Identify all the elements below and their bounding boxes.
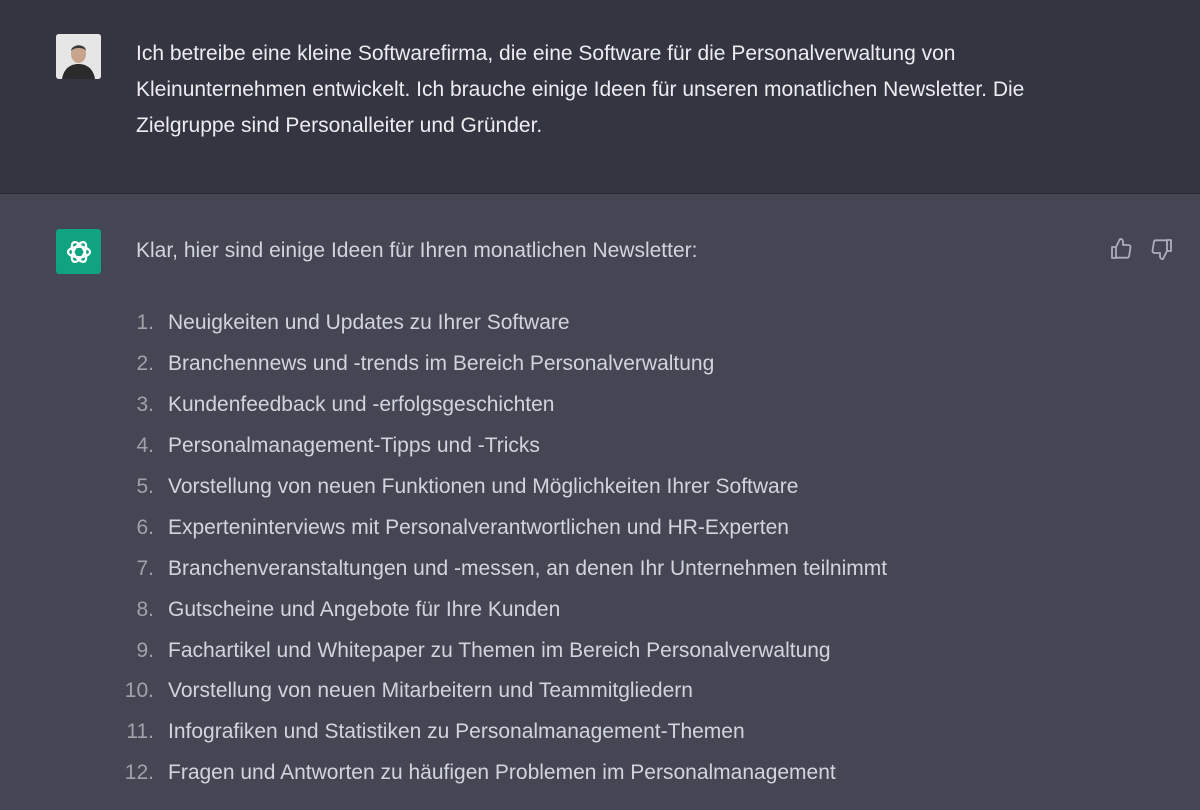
- list-item-number: 4.: [136, 434, 154, 458]
- list-item: 12. Fragen und Antworten zu häufigen Prob…: [112, 753, 1052, 794]
- list-item-number: 9.: [136, 638, 154, 662]
- idea-list: 1. Neuigkeiten und Updates zu Ihrer Softw…: [112, 303, 1052, 794]
- assistant-intro: Klar, hier sind einige Ideen für Ihren m…: [136, 239, 698, 262]
- list-item-text: Personalmanagement-Tipps und -Tricks: [168, 434, 540, 458]
- user-message: Ich betreibe eine kleine Softwarefirma, …: [0, 0, 1200, 194]
- list-item-number: 8.: [136, 597, 154, 621]
- list-item: 6. Experteninterviews mit Personalverantw…: [112, 507, 1052, 548]
- list-item-number: 6.: [136, 515, 154, 539]
- list-item: 3. Kundenfeedback und -erfolgsgeschichten: [112, 385, 1052, 426]
- thumbs-up-icon[interactable]: [1108, 236, 1134, 262]
- list-item-number: 3.: [136, 393, 154, 417]
- list-item: 4. Personalmanagement-Tipps und -Tricks: [112, 426, 1052, 467]
- list-item-text: Neuigkeiten und Updates zu Ihrer Softwar…: [168, 311, 570, 335]
- list-item-number: 12.: [124, 761, 154, 785]
- list-item-text: Experteninterviews mit Personalverantwor…: [168, 515, 789, 539]
- list-item-number: 2.: [136, 352, 154, 376]
- list-item-number: 1.: [136, 311, 154, 335]
- openai-logo-icon: [56, 229, 101, 274]
- list-item-number: 7.: [136, 556, 154, 580]
- list-item-number: 10.: [124, 679, 154, 703]
- list-item-number: 11.: [126, 720, 154, 744]
- thumbs-down-icon[interactable]: [1149, 236, 1175, 262]
- list-item-text: Vorstellung von neuen Funktionen und Mög…: [168, 475, 799, 498]
- list-item: 5. Vorstellung von neuen Funktionen und M…: [112, 467, 1052, 508]
- user-avatar: [56, 34, 101, 79]
- list-item-text: Gutscheine und Angebote für Ihre Kunden: [168, 597, 561, 621]
- list-item: 8. Gutscheine und Angebote für Ihre Kunde…: [112, 589, 1052, 630]
- list-item: 2. Branchennews und -trends im Bereich Pe…: [112, 344, 1052, 385]
- assistant-message: Klar, hier sind einige Ideen für Ihren m…: [0, 194, 1200, 810]
- list-item-number: 5.: [136, 475, 154, 498]
- list-item: 1. Neuigkeiten und Updates zu Ihrer Softw…: [112, 303, 1052, 344]
- list-item: 11. Infografiken und Statistiken zu Perso…: [112, 712, 1052, 753]
- list-item-text: Vorstellung von neuen Mitarbeitern und T…: [168, 679, 693, 703]
- list-item: 9. Fachartikel und Whitepaper zu Themen i…: [112, 630, 1052, 671]
- user-message-text: Ich betreibe eine kleine Softwarefirma, …: [136, 42, 1025, 137]
- list-item: 7. Branchenveranstaltungen und -messen, a…: [112, 548, 1052, 589]
- list-item-text: Infografiken und Statistiken zu Personal…: [168, 720, 745, 744]
- list-item-text: Branchenveranstaltungen und -messen, an …: [168, 556, 888, 580]
- list-item-text: Kundenfeedback und -erfolgsgeschichten: [168, 393, 555, 417]
- list-item-text: Branchennews und -trends im Bereich Pers…: [168, 352, 715, 376]
- list-item-text: Fragen und Antworten zu häufigen Problem…: [168, 761, 836, 785]
- list-item: 10. Vorstellung von neuen Mitarbeitern un…: [112, 671, 1052, 712]
- list-item-text: Fachartikel und Whitepaper zu Themen im …: [168, 638, 831, 662]
